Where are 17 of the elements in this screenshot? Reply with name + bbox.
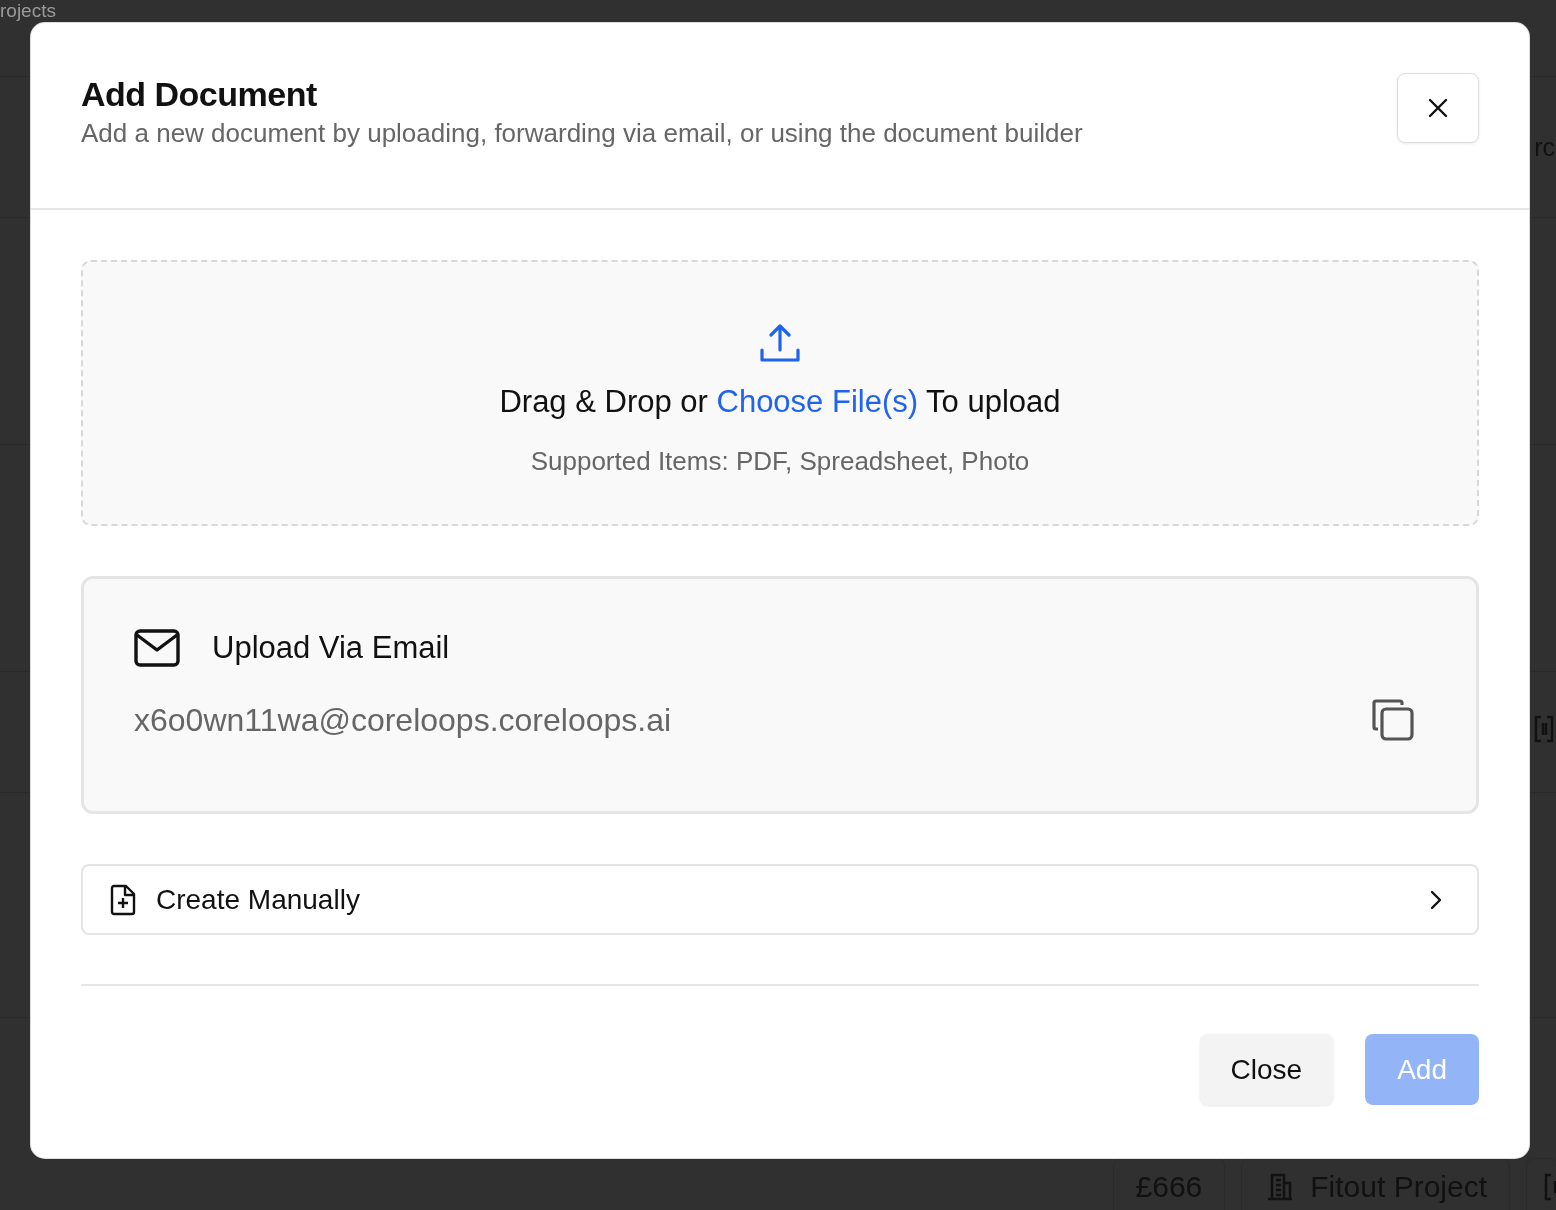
close-button[interactable] <box>1397 73 1479 143</box>
envelope-icon <box>134 629 180 667</box>
file-drop-zone[interactable]: Drag & Drop or Choose File(s) To upload Supported Items: PDF, Spreadsheet, Photo <box>81 260 1479 526</box>
create-manually-button[interactable]: Create Manually <box>81 864 1479 935</box>
copy-icon[interactable] <box>1370 697 1416 743</box>
email-title: Upload Via Email <box>212 630 450 666</box>
close-button[interactable]: Close <box>1199 1034 1334 1105</box>
supported-items-text: Supported Items: PDF, Spreadsheet, Photo <box>530 445 1030 477</box>
dialog-subtitle: Add a new document by uploading, forwarding via email, or using the document builder <box>81 118 1083 149</box>
chevron-right-icon <box>1429 888 1443 911</box>
upload-instructions: Drag & Drop or Choose File(s) To upload <box>499 383 1061 420</box>
dialog-title: Add Document <box>81 75 318 114</box>
file-plus-icon <box>110 883 136 916</box>
close-icon <box>1427 97 1449 119</box>
choose-files-link[interactable]: Choose File(s) <box>716 383 919 419</box>
page-title: rojects <box>0 0 57 21</box>
email-address: x6o0wn11wa@coreloops.coreloops.ai <box>134 701 672 739</box>
